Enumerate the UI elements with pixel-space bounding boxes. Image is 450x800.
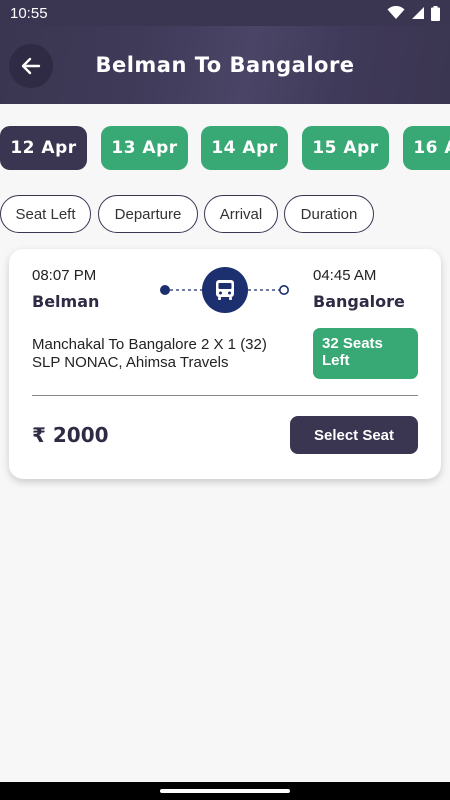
date-chip-13-apr[interactable]: 13 Apr [101, 126, 188, 170]
battery-icon [431, 5, 440, 21]
select-seat-button[interactable]: Select Seat [290, 416, 418, 454]
arrow-left-icon [21, 57, 41, 75]
app-bar: Belman To Bangalore [0, 26, 450, 104]
filter-arrival[interactable]: Arrival [204, 195, 278, 233]
route-description: Manchakal To Bangalore 2 X 1 (32) SLP NO… [32, 336, 267, 371]
status-icons [387, 5, 440, 21]
filter-seat-left[interactable]: Seat Left [0, 195, 91, 233]
page-title: Belman To Bangalore [95, 53, 355, 77]
system-nav-bar [0, 782, 450, 800]
date-chip-15-apr[interactable]: 15 Apr [302, 126, 389, 170]
divider [32, 395, 418, 396]
date-chip-16-apr[interactable]: 16 Apr [403, 126, 450, 170]
date-chip-12-apr[interactable]: 12 Apr [0, 126, 87, 170]
date-selector: 12 Apr 13 Apr 14 Apr 15 Apr 16 Apr [0, 126, 450, 170]
wifi-icon [387, 6, 405, 19]
sort-filters: Seat Left Departure Arrival Duration [0, 195, 450, 233]
departure-time: 08:07 PM [32, 267, 97, 284]
bus-result-card[interactable]: 08:07 PM Belman 04:45 AM Bangalore Manch… [9, 249, 441, 479]
arrival-time: 04:45 AM [313, 267, 377, 284]
back-button[interactable] [9, 44, 53, 88]
status-time: 10:55 [10, 4, 48, 22]
fare-price: ₹ 2000 [32, 423, 109, 447]
arrival-city: Bangalore [313, 292, 405, 311]
status-bar: 10:55 [0, 0, 450, 26]
date-chip-14-apr[interactable]: 14 Apr [201, 126, 288, 170]
bus-icon [202, 267, 248, 313]
filter-departure[interactable]: Departure [98, 195, 198, 233]
home-gesture-handle[interactable] [160, 789, 290, 793]
departure-city: Belman [32, 292, 100, 311]
signal-icon [412, 7, 424, 19]
seats-left-badge: 32 Seats Left [313, 328, 418, 379]
filter-duration[interactable]: Duration [284, 195, 374, 233]
